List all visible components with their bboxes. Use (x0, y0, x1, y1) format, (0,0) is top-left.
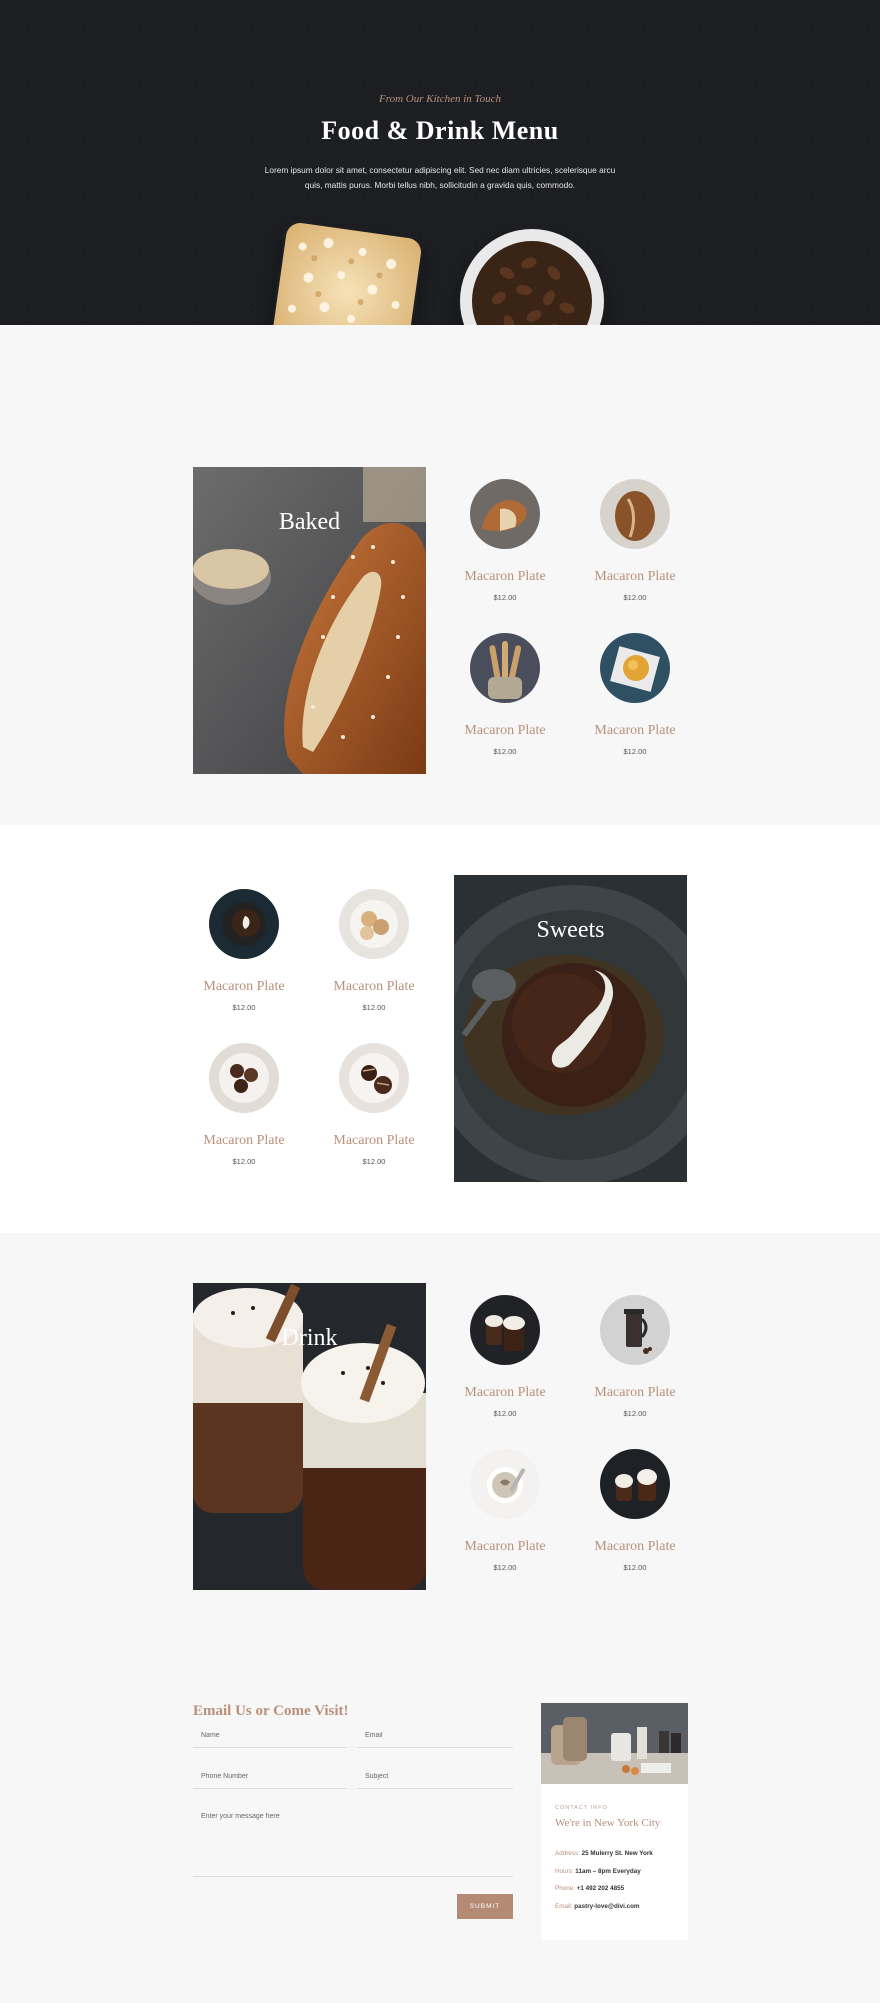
pastry-plate-thumbnail (600, 633, 670, 703)
whipped-drinks-thumbnail (600, 1449, 670, 1519)
drink-title: Drink (281, 1325, 338, 1351)
menu-item-price: $12.00 (493, 1563, 517, 1572)
menu-item-name: Macaron Plate (203, 979, 285, 994)
menu-item-price: $12.00 (232, 1003, 256, 1012)
chocolate-cookies-thumbnail (209, 1043, 279, 1113)
menu-item[interactable]: Macaron Plate $12.00 (179, 889, 309, 1012)
phone-line: Phone: +1 492 202 4855 (555, 1885, 624, 1892)
menu-item[interactable]: Macaron Plate $12.00 (440, 1295, 570, 1418)
contact-info-label: CONTACT INFO (555, 1805, 608, 1811)
email-value[interactable]: pastry-love@divi.com (574, 1903, 639, 1910)
phone-value[interactable]: +1 492 202 4855 (577, 1885, 624, 1892)
chocolate-truffles-thumbnail (339, 1043, 409, 1113)
menu-item[interactable]: Macaron Plate $12.00 (440, 1449, 570, 1572)
menu-item-name: Macaron Plate (203, 1133, 285, 1148)
menu-item-name: Macaron Plate (594, 569, 676, 584)
french-press-thumbnail (600, 1295, 670, 1365)
name-field[interactable] (193, 1728, 347, 1748)
hero-tagline: From Our Kitchen in Touch (378, 93, 502, 105)
address-value: 25 Mulerry St. New York (581, 1850, 653, 1857)
baked-feature-image: Baked (193, 467, 426, 774)
menu-item-name: Macaron Plate (594, 1539, 676, 1554)
menu-item[interactable]: Macaron Plate $12.00 (440, 479, 570, 602)
drink-section: Drink Macaron Plate $12.00 Macaron Plate… (0, 1233, 880, 2003)
latte-cup-thumbnail (470, 1449, 540, 1519)
sweets-section: Macaron Plate $12.00 Macaron Plate $12.0… (0, 825, 880, 1233)
menu-item-price: $12.00 (362, 1003, 386, 1012)
baked-title: Baked (278, 509, 341, 535)
hours-line: Hours: 11am – 8pm Everyday (555, 1868, 641, 1875)
phone-input[interactable] (193, 1769, 347, 1784)
sweets-title: Sweets (536, 917, 605, 943)
address-line: Address: 25 Mulerry St. New York (555, 1850, 653, 1857)
city-heading: We're in New York City (555, 1817, 661, 1829)
menu-item[interactable]: Macaron Plate $12.00 (570, 479, 700, 602)
email-line: Email: pastry-love@divi.com (555, 1903, 640, 1910)
contact-heading: Email Us or Come Visit! (193, 1703, 349, 1719)
hero-description: Lorem ipsum dolor sit amet, consectetur … (264, 165, 616, 190)
subject-input[interactable] (357, 1769, 513, 1784)
menu-item-price: $12.00 (493, 593, 517, 602)
menu-item-price: $12.00 (623, 1409, 647, 1418)
page-title: Food & Drink Menu (321, 116, 559, 145)
phone-field[interactable] (193, 1769, 347, 1789)
email-field[interactable] (357, 1728, 513, 1748)
hours-value: 11am – 8pm Everyday (575, 1868, 641, 1875)
bakery-table-image (541, 1703, 688, 1784)
menu-item-price: $12.00 (362, 1157, 386, 1166)
menu-item-name: Macaron Plate (464, 723, 546, 738)
menu-item[interactable]: Macaron Plate $12.00 (179, 1043, 309, 1166)
card-image (541, 1703, 688, 1784)
message-input[interactable] (193, 1809, 513, 1876)
address-label: Address: (555, 1850, 580, 1857)
menu-item[interactable]: Macaron Plate $12.00 (570, 633, 700, 756)
menu-item-name: Macaron Plate (464, 1539, 546, 1554)
menu-item-name: Macaron Plate (594, 723, 676, 738)
menu-item[interactable]: Macaron Plate $12.00 (309, 1043, 439, 1166)
menu-item[interactable]: Macaron Plate $12.00 (309, 889, 439, 1012)
menu-item-price: $12.00 (623, 747, 647, 756)
baked-section: Baked Macaron Plate $12.00 Macaron Plate… (0, 325, 880, 825)
breadsticks-thumbnail (470, 633, 540, 703)
hero-banner: From Our Kitchen in Touch Food & Drink M… (0, 0, 880, 325)
menu-item-price: $12.00 (232, 1157, 256, 1166)
contact-info-card: CONTACT INFO We're in New York City Addr… (541, 1703, 688, 1940)
menu-item-name: Macaron Plate (333, 979, 415, 994)
drink-feature-image: Drink (193, 1283, 426, 1590)
sweets-feature-image: Sweets (454, 875, 687, 1182)
menu-item-name: Macaron Plate (464, 1385, 546, 1400)
menu-item-name: Macaron Plate (464, 569, 546, 584)
menu-item-name: Macaron Plate (594, 1385, 676, 1400)
email-label: Email: (555, 1903, 573, 1910)
sourdough-thumbnail (600, 479, 670, 549)
submit-button[interactable]: SUBMIT (457, 1894, 513, 1919)
hours-label: Hours: (555, 1868, 574, 1875)
menu-item[interactable]: Macaron Plate $12.00 (570, 1449, 700, 1572)
phone-label: Phone: (555, 1885, 575, 1892)
cookies-thumbnail (339, 889, 409, 959)
menu-item-price: $12.00 (623, 593, 647, 602)
menu-item-price: $12.00 (493, 747, 517, 756)
message-field[interactable] (193, 1809, 513, 1877)
name-input[interactable] (193, 1728, 347, 1743)
hot-chocolate-thumbnail (470, 1295, 540, 1365)
menu-item[interactable]: Macaron Plate $12.00 (440, 633, 570, 756)
bread-loaf-thumbnail (470, 479, 540, 549)
subject-field[interactable] (357, 1769, 513, 1789)
lava-cake-thumbnail (209, 889, 279, 959)
menu-item-price: $12.00 (623, 1563, 647, 1572)
email-input[interactable] (357, 1728, 513, 1743)
menu-item-name: Macaron Plate (333, 1133, 415, 1148)
menu-item[interactable]: Macaron Plate $12.00 (570, 1295, 700, 1418)
menu-item-price: $12.00 (493, 1409, 517, 1418)
